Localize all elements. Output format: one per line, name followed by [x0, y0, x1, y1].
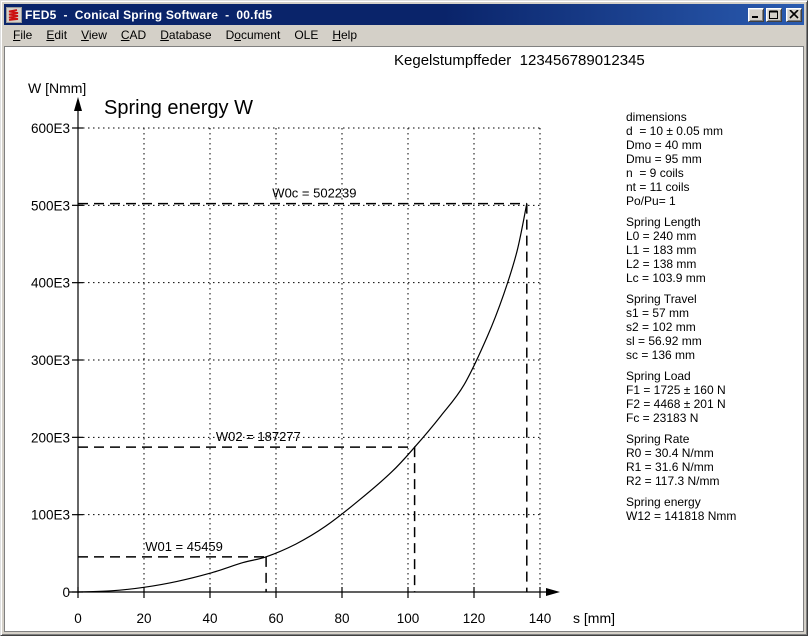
panel-section-spring-travel: Spring Travels1 = 57 mms2 = 102 mmsl = 5… — [626, 292, 804, 362]
panel-section-title: Spring Rate — [626, 432, 804, 446]
menu-item-database[interactable]: Database — [153, 25, 218, 45]
panel-value-line: nt = 11 coils — [626, 180, 804, 194]
menu-item-document[interactable]: Document — [219, 25, 288, 45]
panel-value-line: R2 = 117.3 N/mm — [626, 474, 804, 488]
panel-value-line: s1 = 57 mm — [626, 306, 804, 320]
results-panel: dimensionsd = 10 ± 0.05 mmDmo = 40 mmDmu… — [626, 110, 804, 530]
maximize-button[interactable] — [766, 8, 782, 22]
menu-item-file[interactable]: File — [6, 25, 39, 45]
menu-item-help[interactable]: Help — [325, 25, 364, 45]
close-button[interactable] — [786, 8, 802, 22]
panel-value-line: R0 = 30.4 N/mm — [626, 446, 804, 460]
panel-value-line: Lc = 103.9 mm — [626, 271, 804, 285]
panel-section-title: Spring Travel — [626, 292, 804, 306]
panel-value-line: sl = 56.92 mm — [626, 334, 804, 348]
panel-value-line: sc = 136 mm — [626, 348, 804, 362]
panel-value-line: s2 = 102 mm — [626, 320, 804, 334]
panel-value-line: F1 = 1725 ± 160 N — [626, 383, 804, 397]
panel-value-line: W12 = 141818 Nmm — [626, 509, 804, 523]
panel-section-title: Spring energy — [626, 495, 804, 509]
menu-item-view[interactable]: View — [74, 25, 114, 45]
panel-value-line: Fc = 23183 N — [626, 411, 804, 425]
panel-section-title: dimensions — [626, 110, 804, 124]
panel-value-line: Dmu = 95 mm — [626, 152, 804, 166]
panel-value-line: Po/Pu= 1 — [626, 194, 804, 208]
panel-section-title: Spring Load — [626, 369, 804, 383]
menu-item-cad[interactable]: CAD — [114, 25, 153, 45]
maximize-icon — [769, 10, 779, 19]
spring-designation: Kegelstumpffeder 123456789012345 — [394, 52, 645, 69]
panel-value-line: F2 = 4468 ± 201 N — [626, 397, 804, 411]
panel-value-line: n = 9 coils — [626, 166, 804, 180]
red-spring-logo-icon — [7, 8, 21, 22]
panel-section-title: Spring Length — [626, 215, 804, 229]
minimize-icon — [751, 10, 761, 19]
panel-value-line: R1 = 31.6 N/mm — [626, 460, 804, 474]
panel-section-spring-energy: Spring energyW12 = 141818 Nmm — [626, 495, 804, 523]
panel-value-line: Dmo = 40 mm — [626, 138, 804, 152]
panel-section-spring-rate: Spring RateR0 = 30.4 N/mmR1 = 31.6 N/mmR… — [626, 432, 804, 488]
panel-section-spring-load: Spring LoadF1 = 1725 ± 160 NF2 = 4468 ± … — [626, 369, 804, 425]
title-bar[interactable]: FED5 - Conical Spring Software - 00.fd5 — [4, 4, 804, 25]
panel-section-dimensions: dimensionsd = 10 ± 0.05 mmDmo = 40 mmDmu… — [626, 110, 804, 208]
panel-value-line: d = 10 ± 0.05 mm — [626, 124, 804, 138]
window-controls — [748, 8, 802, 22]
minimize-button[interactable] — [748, 8, 764, 22]
chart-canvas: Kegelstumpffeder 123456789012345 dimensi… — [4, 46, 804, 632]
app-icon — [6, 7, 22, 23]
close-icon — [789, 10, 799, 19]
panel-value-line: L0 = 240 mm — [626, 229, 804, 243]
menu-item-edit[interactable]: Edit — [39, 25, 74, 45]
app-window: FED5 - Conical Spring Software - 00.fd5 … — [0, 0, 808, 636]
panel-value-line: L2 = 138 mm — [626, 257, 804, 271]
window-title: FED5 - Conical Spring Software - 00.fd5 — [25, 8, 748, 22]
panel-section-spring-length: Spring LengthL0 = 240 mmL1 = 183 mmL2 = … — [626, 215, 804, 285]
menu-item-ole[interactable]: OLE — [287, 25, 325, 45]
menu-bar: FileEditViewCADDatabaseDocumentOLEHelp — [4, 25, 804, 45]
panel-value-line: L1 = 183 mm — [626, 243, 804, 257]
